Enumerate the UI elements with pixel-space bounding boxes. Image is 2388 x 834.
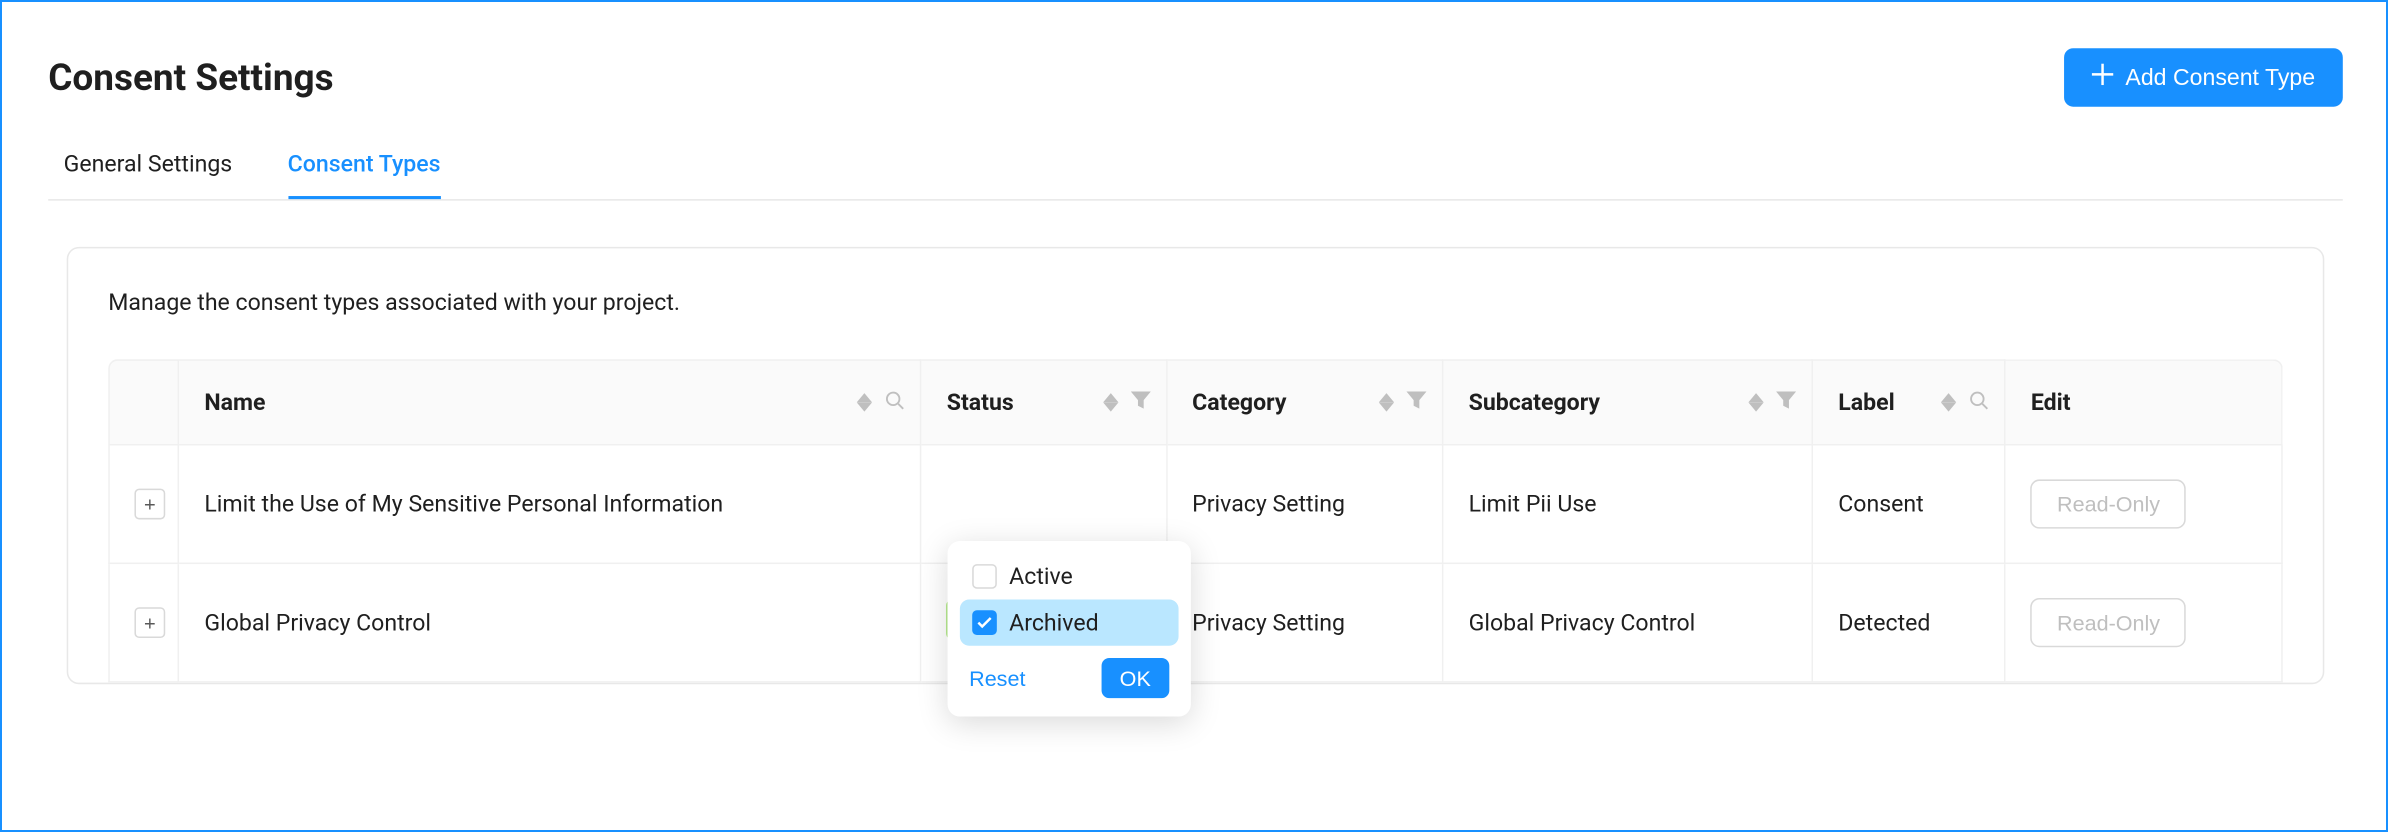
col-header-name-label: Name: [204, 389, 265, 417]
filter-option-archived-label: Archived: [1009, 609, 1098, 637]
filter-reset-button[interactable]: Reset: [969, 666, 1025, 691]
read-only-button[interactable]: Read-Only: [2031, 598, 2186, 647]
tabs: General Settings Consent Types: [48, 150, 2343, 201]
sort-icon[interactable]: [1379, 393, 1394, 411]
cell-subcategory: Limit Pii Use: [1444, 446, 1814, 565]
col-header-edit: Edit: [2006, 359, 2283, 445]
sort-icon[interactable]: [857, 393, 872, 411]
col-header-expand: [108, 359, 179, 445]
read-only-button[interactable]: Read-Only: [2031, 479, 2186, 528]
sort-icon[interactable]: [1942, 393, 1957, 411]
status-filter-popover: Active Archived Reset OK: [948, 541, 1191, 717]
col-header-name: Name: [180, 359, 922, 445]
col-header-status-label: Status: [947, 389, 1014, 417]
page-header: Consent Settings Add Consent Type: [48, 48, 2343, 107]
filter-icon[interactable]: [1777, 389, 1797, 417]
content-card: Manage the consent types associated with…: [67, 247, 2325, 684]
page-title: Consent Settings: [48, 56, 333, 99]
plus-icon: [2092, 64, 2114, 92]
filter-icon[interactable]: [1131, 389, 1151, 417]
expand-row-button[interactable]: +: [134, 489, 165, 520]
col-header-edit-label: Edit: [2031, 389, 2071, 417]
col-header-status: Status: [922, 359, 1167, 445]
add-consent-type-button[interactable]: Add Consent Type: [2064, 48, 2343, 107]
cell-subcategory: Global Privacy Control: [1444, 564, 1814, 683]
cell-label: Detected: [1814, 564, 2007, 683]
table-row: + Global Privacy Control Privacy Setting…: [108, 564, 2282, 683]
col-header-label: Label: [1814, 359, 2007, 445]
card-description: Manage the consent types associated with…: [108, 288, 2282, 316]
cell-category: Privacy Setting: [1168, 446, 1444, 565]
tab-consent-types[interactable]: Consent Types: [288, 150, 441, 199]
col-header-subcategory: Subcategory: [1444, 359, 1814, 445]
cell-name: Global Privacy Control: [180, 564, 922, 683]
tab-general-settings[interactable]: General Settings: [64, 150, 233, 199]
sort-icon[interactable]: [1103, 393, 1118, 411]
checkbox-checked-icon: [972, 610, 997, 635]
cell-label: Consent: [1814, 446, 2007, 565]
cell-edit: Read-Only: [2006, 446, 2283, 565]
sort-icon[interactable]: [1749, 393, 1764, 411]
cell-category: Privacy Setting: [1168, 564, 1444, 683]
expand-row-button[interactable]: +: [134, 607, 165, 638]
cell-edit: Read-Only: [2006, 564, 2283, 683]
filter-icon[interactable]: [1407, 389, 1427, 417]
search-icon[interactable]: [1969, 389, 1989, 417]
cell-name: Limit the Use of My Sensitive Personal I…: [180, 446, 922, 565]
add-button-label: Add Consent Type: [2125, 64, 2315, 90]
filter-option-active-label: Active: [1009, 563, 1073, 591]
col-header-label-label: Label: [1838, 389, 1894, 417]
filter-ok-button[interactable]: OK: [1101, 658, 1169, 698]
search-icon[interactable]: [885, 389, 905, 417]
filter-option-active[interactable]: Active: [960, 553, 1179, 599]
col-header-category-label: Category: [1192, 389, 1286, 417]
filter-option-archived[interactable]: Archived: [960, 600, 1179, 646]
checkbox-unchecked-icon: [972, 564, 997, 589]
table-row: + Limit the Use of My Sensitive Personal…: [108, 446, 2282, 565]
col-header-category: Category: [1168, 359, 1444, 445]
consent-types-table: Name: [108, 359, 2282, 682]
col-header-subcategory-label: Subcategory: [1469, 389, 1600, 417]
